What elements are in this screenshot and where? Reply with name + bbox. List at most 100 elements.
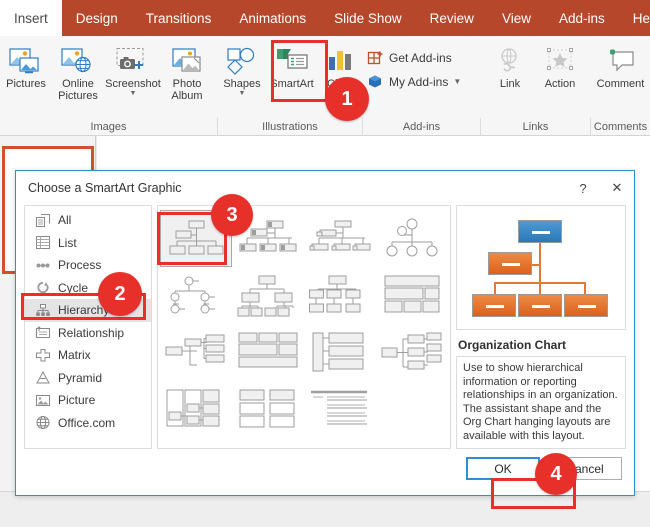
gallery-item-labeled-hierarchy[interactable] xyxy=(304,267,376,324)
category-matrix-label: Matrix xyxy=(58,348,91,363)
comments-group-label: Comments xyxy=(593,121,648,133)
my-add-ins-button[interactable]: My Add-ins ▼ xyxy=(363,70,465,94)
category-office-com[interactable]: Office.com xyxy=(25,412,151,435)
photo-album-icon xyxy=(170,44,204,78)
gallery-item-table-hierarchy[interactable] xyxy=(376,267,448,324)
link-button[interactable]: Link xyxy=(486,40,534,90)
tab-help-label: Help xyxy=(632,10,650,26)
preview-title: Organization Chart xyxy=(458,338,567,352)
smartart-button[interactable]: SmartArt xyxy=(266,40,318,90)
tab-transitions-label: Transitions xyxy=(145,10,212,26)
gallery-item-lined-list[interactable] xyxy=(304,381,376,438)
annotation-number-4: 4 xyxy=(535,453,577,495)
shapes-button[interactable]: Shapes ▼ xyxy=(218,40,266,98)
annotation-number-3: 3 xyxy=(211,194,253,236)
tab-animations[interactable]: Animations xyxy=(225,0,320,36)
my-add-ins-label: My Add-ins xyxy=(389,75,449,89)
online-pictures-label: Online Pictures xyxy=(58,78,98,102)
gallery-item-name-and-title-organization-chart[interactable] xyxy=(304,210,376,267)
my-add-ins-icon xyxy=(369,75,381,88)
preview-pane: Organization Chart Use to show hierarchi… xyxy=(456,205,626,449)
comment-label: Comment xyxy=(596,78,645,90)
category-list-item[interactable]: List xyxy=(25,232,151,255)
tab-add-ins-label: Add-ins xyxy=(558,10,605,26)
action-icon xyxy=(545,44,575,78)
category-list-label: List xyxy=(58,235,77,250)
tab-add-ins[interactable]: Add-ins xyxy=(545,0,619,36)
comment-button[interactable]: Comment xyxy=(593,40,649,90)
category-picture-label: Picture xyxy=(58,393,96,408)
gallery-item-horizontal-labeled-hierarchy[interactable] xyxy=(232,381,304,438)
annotation-number-2: 2 xyxy=(98,272,142,316)
category-process[interactable]: Process xyxy=(25,254,151,277)
gallery-item-horizontal-organization-chart[interactable] xyxy=(160,324,232,381)
smartart-icon xyxy=(275,44,309,78)
process-icon xyxy=(35,258,50,272)
category-all[interactable]: All xyxy=(25,209,151,232)
category-list[interactable]: All List Process Cycle Hierarchy Relatio… xyxy=(24,205,152,449)
category-relationship[interactable]: Relationship xyxy=(25,322,151,345)
tab-view[interactable]: View xyxy=(488,0,545,36)
images-group-label: Images xyxy=(0,118,218,136)
tab-slide-show[interactable]: Slide Show xyxy=(320,0,416,36)
category-pyramid-label: Pyramid xyxy=(58,370,103,385)
tab-view-label: View xyxy=(501,10,531,26)
screenshot-caret-icon[interactable]: ▼ xyxy=(130,90,137,98)
pictures-button[interactable]: Pictures xyxy=(0,40,52,90)
screenshot-icon xyxy=(115,44,151,78)
picture-icon xyxy=(35,393,50,407)
category-relationship-label: Relationship xyxy=(58,325,125,340)
category-pyramid[interactable]: Pyramid xyxy=(25,367,151,390)
gallery-item-empty xyxy=(376,381,448,438)
close-icon[interactable]: ✕ xyxy=(600,174,634,202)
tab-help[interactable]: Help xyxy=(619,0,650,36)
gallery-item-table-list[interactable] xyxy=(232,324,304,381)
smartart-gallery[interactable] xyxy=(157,205,451,449)
category-matrix[interactable]: Matrix xyxy=(25,344,151,367)
gallery-item-horizontal-multi-level-hierarchy[interactable] xyxy=(376,324,448,381)
pyramid-icon xyxy=(35,371,50,385)
tab-insert[interactable]: Insert xyxy=(0,0,62,36)
help-icon[interactable]: ? xyxy=(566,174,600,202)
tab-design[interactable]: Design xyxy=(62,0,132,36)
photo-album-button[interactable]: Photo Album ▼ xyxy=(162,40,212,102)
gallery-item-horizontal-hierarchy[interactable] xyxy=(160,381,232,438)
gallery-item-architecture-layout[interactable] xyxy=(304,324,376,381)
category-picture[interactable]: Picture xyxy=(25,389,151,412)
matrix-icon xyxy=(35,348,50,362)
store-icon xyxy=(367,51,383,65)
illustrations-group-label: Illustrations xyxy=(218,118,363,136)
pictures-label: Pictures xyxy=(6,78,46,90)
annotation-number-1: 1 xyxy=(325,77,369,121)
status-bar xyxy=(0,491,650,527)
tab-transitions[interactable]: Transitions xyxy=(132,0,226,36)
shapes-caret-icon[interactable]: ▼ xyxy=(239,90,246,98)
gallery-item-hierarchy[interactable] xyxy=(232,267,304,324)
ribbon-group-comments: Comment Comments xyxy=(591,36,650,136)
tab-review[interactable]: Review xyxy=(416,0,488,36)
relationship-icon xyxy=(35,326,50,340)
choose-smartart-graphic-dialog: Choose a SmartArt Graphic ? ✕ All List P… xyxy=(15,170,635,496)
links-group-label: Links xyxy=(481,118,591,136)
category-all-label: All xyxy=(58,213,72,228)
ribbon-group-images: Pictures Online Pictures Screenshot ▼ Ph… xyxy=(0,36,218,136)
gallery-item-circle-picture-hierarchy[interactable] xyxy=(160,267,232,324)
dialog-title: Choose a SmartArt Graphic xyxy=(28,181,182,195)
action-button[interactable]: Action xyxy=(534,40,586,90)
tab-animations-label: Animations xyxy=(239,10,307,26)
get-add-ins-button[interactable]: Get Add-ins xyxy=(363,46,465,70)
my-add-ins-caret-icon[interactable]: ▼ xyxy=(453,78,461,86)
online-pictures-button[interactable]: Online Pictures xyxy=(52,40,104,102)
shapes-label: Shapes xyxy=(223,78,261,90)
screenshot-button[interactable]: Screenshot ▼ xyxy=(104,40,162,98)
organization-chart-preview xyxy=(456,205,626,330)
hierarchy-icon xyxy=(35,303,50,317)
dialog-title-bar[interactable]: Choose a SmartArt Graphic ? ✕ xyxy=(16,171,634,205)
pictures-icon xyxy=(9,44,43,78)
online-pictures-icon xyxy=(61,44,95,78)
ok-button[interactable]: OK xyxy=(466,457,540,480)
gallery-item-half-circle-organization-chart[interactable] xyxy=(376,210,448,267)
action-label: Action xyxy=(544,78,576,90)
list-icon xyxy=(35,236,50,250)
preview-description: Use to show hierarchical information or … xyxy=(456,356,626,449)
